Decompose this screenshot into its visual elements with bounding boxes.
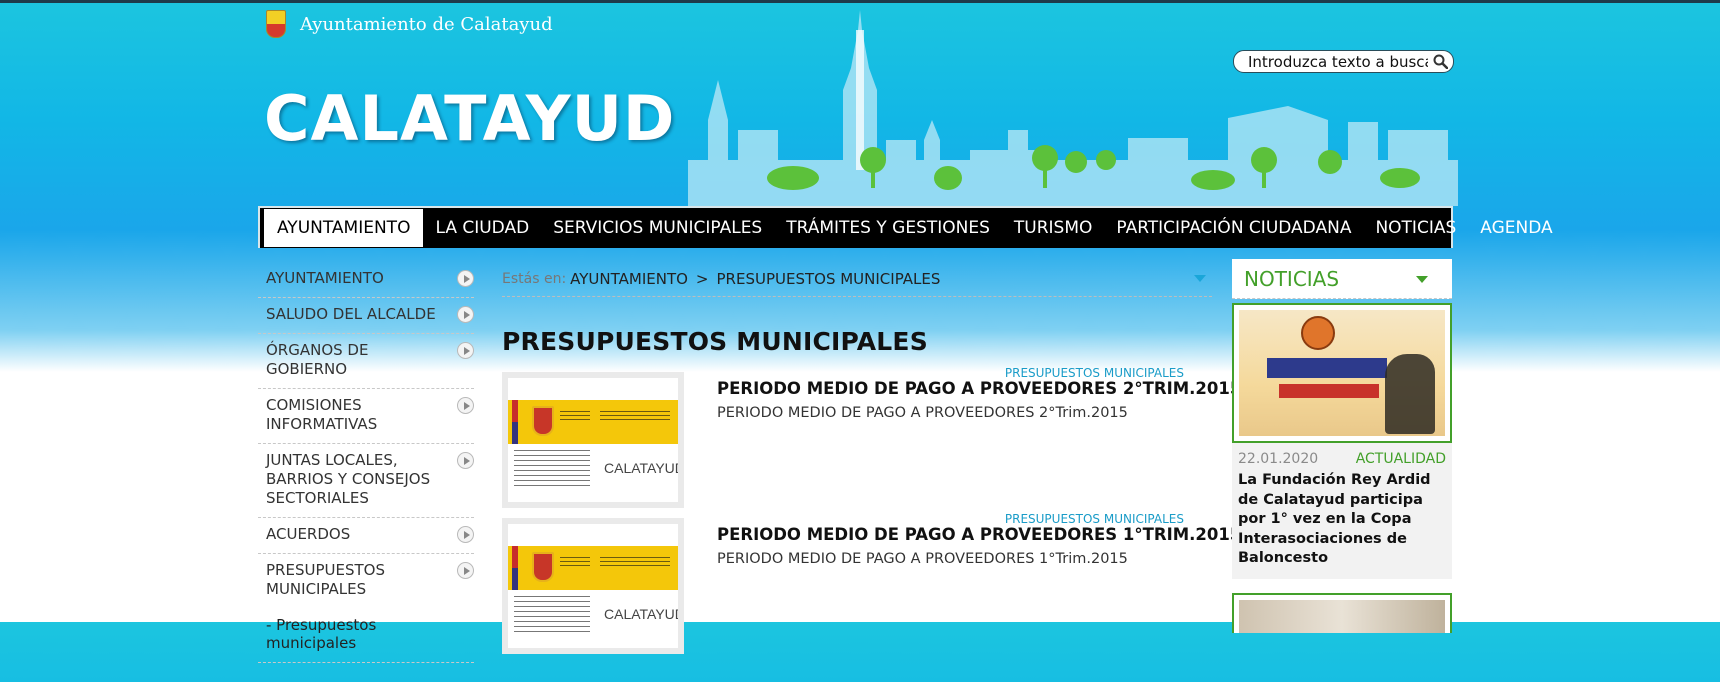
nav-item-ayuntamiento[interactable]: AYUNTAMIENTO — [264, 209, 424, 247]
basketball-icon — [1301, 316, 1335, 350]
arrow-right-icon[interactable] — [457, 270, 474, 287]
coat-of-arms-icon — [266, 10, 286, 38]
logo-text-lines — [560, 557, 590, 569]
sidebar: AYUNTAMIENTO SALUDO DEL ALCALDE ÓRGANOS … — [258, 262, 474, 663]
ministry-logo-image: CALATAYUD — [508, 524, 678, 648]
arrow-right-icon[interactable] — [457, 306, 474, 323]
crest-icon — [532, 552, 554, 582]
arrow-right-icon[interactable] — [457, 452, 474, 469]
logo-text-lines — [600, 557, 670, 569]
news-card[interactable]: 22.01.2020 ACTUALIDAD La Fundación Rey A… — [1232, 303, 1452, 579]
search-button[interactable] — [1428, 51, 1452, 72]
nav-item-tramites-y-gestiones[interactable]: TRÁMITES Y GESTIONES — [774, 209, 1002, 247]
main-nav: AYUNTAMIENTO LA CIUDAD SERVICIOS MUNICIP… — [258, 206, 1553, 248]
poster-band — [1279, 384, 1379, 398]
sidebar-item-label: SALUDO DEL ALCALDE — [266, 305, 436, 323]
news-header[interactable]: NOTICIAS — [1232, 259, 1452, 299]
arrow-right-icon[interactable] — [457, 342, 474, 359]
chevron-down-icon[interactable] — [1194, 275, 1206, 282]
brand-text: Ayuntamiento de Calatayud — [300, 13, 553, 35]
flag-icon — [512, 546, 518, 590]
nav-item-servicios-municipales[interactable]: SERVICIOS MUNICIPALES — [541, 209, 774, 247]
news-date: 22.01.2020 — [1238, 451, 1319, 467]
breadcrumb-separator: > — [695, 270, 709, 288]
basketball-poster-image — [1239, 310, 1445, 436]
nav-item-turismo[interactable]: TURISMO — [1002, 209, 1105, 247]
sidebar-item-comisiones-informativas[interactable]: COMISIONES INFORMATIVAS — [258, 389, 474, 444]
page-title: PRESUPUESTOS MUNICIPALES — [502, 327, 928, 356]
sidebar-item-label: PRESUPUESTOS MUNICIPALES — [266, 561, 385, 598]
chevron-down-icon[interactable] — [1416, 276, 1428, 283]
sidebar-item-label: JUNTAS LOCALES, BARRIOS Y CONSEJOS SECTO… — [266, 451, 431, 507]
sidebar-item-juntas-locales[interactable]: JUNTAS LOCALES, BARRIOS Y CONSEJOS SECTO… — [258, 444, 474, 518]
search-input[interactable] — [1234, 51, 1428, 72]
site-title[interactable]: CALATAYUD — [264, 82, 675, 155]
item-title[interactable]: PERIODO MEDIO DE PAGO A PROVEEDORES 2°TR… — [717, 379, 1241, 398]
news-image[interactable] — [1232, 592, 1452, 633]
sidebar-item-label: AYUNTAMIENTO — [266, 269, 384, 287]
news-meta: 22.01.2020 ACTUALIDAD — [1232, 443, 1452, 467]
news-panel: NOTICIAS 22.01.2020 ACTUALIDAD La Fundac… — [1232, 259, 1452, 633]
item-title[interactable]: PERIODO MEDIO DE PAGO A PROVEEDORES 1°TR… — [717, 525, 1241, 544]
list-item: CALATAYUD PRESUPUESTOS MUNICIPALES PERIO… — [502, 366, 1241, 524]
flag-icon — [512, 400, 518, 444]
item-description: PERIODO MEDIO DE PAGO A PROVEEDORES 2°Tr… — [717, 405, 1128, 421]
sidebar-item-ayuntamiento[interactable]: AYUNTAMIENTO — [258, 262, 474, 298]
sidebar-item-acuerdos[interactable]: ACUERDOS — [258, 518, 474, 554]
search-box — [1233, 50, 1454, 73]
logo-city-text: CALATAYUD — [604, 460, 678, 476]
item-category[interactable]: PRESUPUESTOS MUNICIPALES — [1005, 512, 1184, 526]
nav-item-la-ciudad[interactable]: LA CIUDAD — [423, 209, 541, 247]
brand[interactable]: Ayuntamiento de Calatayud — [266, 10, 553, 38]
item-thumbnail[interactable]: CALATAYUD — [502, 372, 684, 508]
nav-item-noticias[interactable]: NOTICIAS — [1363, 209, 1468, 247]
nav-item-participacion-ciudadana[interactable]: PARTICIPACIÓN CIUDADANA — [1104, 209, 1363, 247]
nav-item-agenda[interactable]: AGENDA — [1468, 209, 1564, 247]
item-thumbnail[interactable]: CALATAYUD — [502, 518, 684, 654]
breadcrumb: Estás en: AYUNTAMIENTO > PRESUPUESTOS MU… — [502, 262, 1212, 297]
player-silhouette — [1385, 354, 1435, 434]
breadcrumb-link-ayuntamiento[interactable]: AYUNTAMIENTO — [570, 270, 688, 288]
item-description: PERIODO MEDIO DE PAGO A PROVEEDORES 1°Tr… — [717, 551, 1128, 567]
news-heading: NOTICIAS — [1244, 267, 1340, 291]
city-skyline-illustration — [688, 10, 1458, 206]
ministry-logo-image: CALATAYUD — [508, 378, 678, 502]
news-category[interactable]: ACTUALIDAD — [1356, 451, 1446, 467]
sidebar-item-organos-de-gobierno[interactable]: ÓRGANOS DE GOBIERNO — [258, 334, 474, 389]
news-image[interactable] — [1232, 303, 1452, 443]
page-wrapper: Ayuntamiento de Calatayud CALATAYUD Intr… — [258, 0, 1553, 663]
news-photo — [1239, 599, 1445, 633]
sidebar-item-presupuestos-municipales[interactable]: PRESUPUESTOS MUNICIPALES — [258, 554, 474, 608]
main-content: Estás en: AYUNTAMIENTO > PRESUPUESTOS MU… — [502, 262, 1241, 682]
logo-text-lines — [600, 411, 670, 423]
arrow-right-icon[interactable] — [457, 526, 474, 543]
breadcrumb-label: Estás en: — [502, 271, 567, 287]
list-item: CALATAYUD PRESUPUESTOS MUNICIPALES PERIO… — [502, 512, 1241, 682]
breadcrumb-current: PRESUPUESTOS MUNICIPALES — [716, 270, 941, 288]
news-title[interactable]: La Fundación Rey Ardid de Calatayud part… — [1232, 467, 1452, 579]
sidebar-item-label: COMISIONES INFORMATIVAS — [266, 396, 378, 433]
item-category[interactable]: PRESUPUESTOS MUNICIPALES — [1005, 366, 1184, 380]
sidebar-item-label: ÓRGANOS DE GOBIERNO — [266, 341, 369, 378]
crest-icon — [532, 406, 554, 436]
logo-text-lines — [560, 411, 590, 423]
arrow-right-icon[interactable] — [457, 562, 474, 579]
logo-text-lines — [514, 450, 590, 490]
logo-city-text: CALATAYUD — [604, 606, 678, 622]
search-icon — [1433, 54, 1448, 69]
sidebar-subitem-presupuestos[interactable]: - Presupuestos municipales — [258, 608, 474, 663]
poster-band — [1267, 358, 1387, 378]
sidebar-item-label: ACUERDOS — [266, 525, 351, 543]
logo-text-lines — [514, 596, 590, 636]
sidebar-item-saludo-del-alcalde[interactable]: SALUDO DEL ALCALDE — [258, 298, 474, 334]
arrow-right-icon[interactable] — [457, 397, 474, 414]
